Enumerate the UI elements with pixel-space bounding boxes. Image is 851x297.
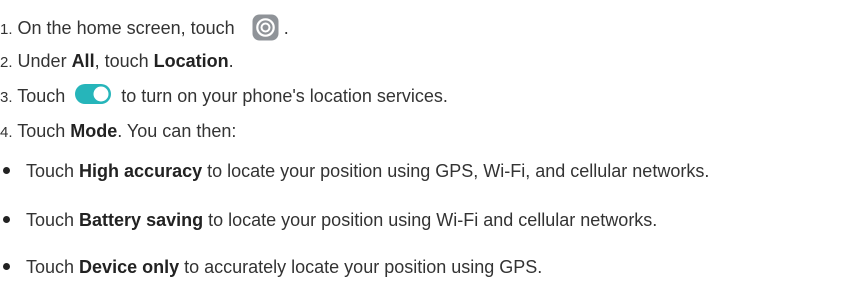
bullet-icon bbox=[3, 167, 10, 174]
option-battery-saving: Battery saving bbox=[79, 210, 204, 230]
bullet-text: to accurately locate your position using… bbox=[179, 257, 543, 277]
bullet-icon bbox=[3, 216, 10, 223]
step-text: Under bbox=[17, 51, 72, 71]
toggle-switch-icon bbox=[75, 84, 112, 104]
step-2: 2. Under All, touch Location. bbox=[0, 49, 234, 75]
menu-mode: Mode bbox=[70, 121, 118, 141]
bullet-battery-saving: Touch Battery saving to locate your posi… bbox=[0, 208, 657, 232]
step-text: , touch bbox=[94, 51, 154, 71]
step-number: 4. bbox=[0, 124, 13, 141]
step-text: Touch bbox=[17, 121, 71, 141]
step-text: . You can then: bbox=[117, 121, 237, 141]
step-number: 1. bbox=[0, 21, 13, 38]
bullet-text: Touch bbox=[26, 161, 80, 181]
bullet-device-only: Touch Device only to accurately locate y… bbox=[0, 255, 542, 279]
step-text: Touch bbox=[17, 86, 66, 106]
step-text: On the home screen, touch bbox=[17, 18, 235, 38]
bullet-icon bbox=[3, 263, 10, 270]
menu-all: All bbox=[71, 51, 95, 71]
step-text-end: to turn on your phone's location service… bbox=[121, 86, 448, 106]
step-text-end: . bbox=[283, 18, 289, 38]
step-3: 3. Touch to turn on your phone's locatio… bbox=[0, 84, 448, 110]
step-text: . bbox=[228, 51, 234, 71]
step-4: 4. Touch Mode. You can then: bbox=[0, 119, 236, 145]
bullet-text: to locate your position using Wi-Fi and … bbox=[203, 210, 658, 230]
bullet-high-accuracy: Touch High accuracy to locate your posit… bbox=[0, 159, 709, 183]
step-number: 2. bbox=[0, 54, 13, 71]
step-1: 1. On the home screen, touch . bbox=[0, 14, 289, 42]
option-high-accuracy: High accuracy bbox=[79, 161, 203, 181]
menu-location: Location bbox=[153, 51, 229, 71]
bullet-text: to locate your position using GPS, Wi-Fi… bbox=[202, 161, 710, 181]
bullet-text: Touch bbox=[26, 210, 80, 230]
settings-icon bbox=[252, 14, 279, 41]
step-number: 3. bbox=[0, 89, 13, 106]
option-device-only: Device only bbox=[79, 257, 180, 277]
bullet-text: Touch bbox=[26, 257, 80, 277]
